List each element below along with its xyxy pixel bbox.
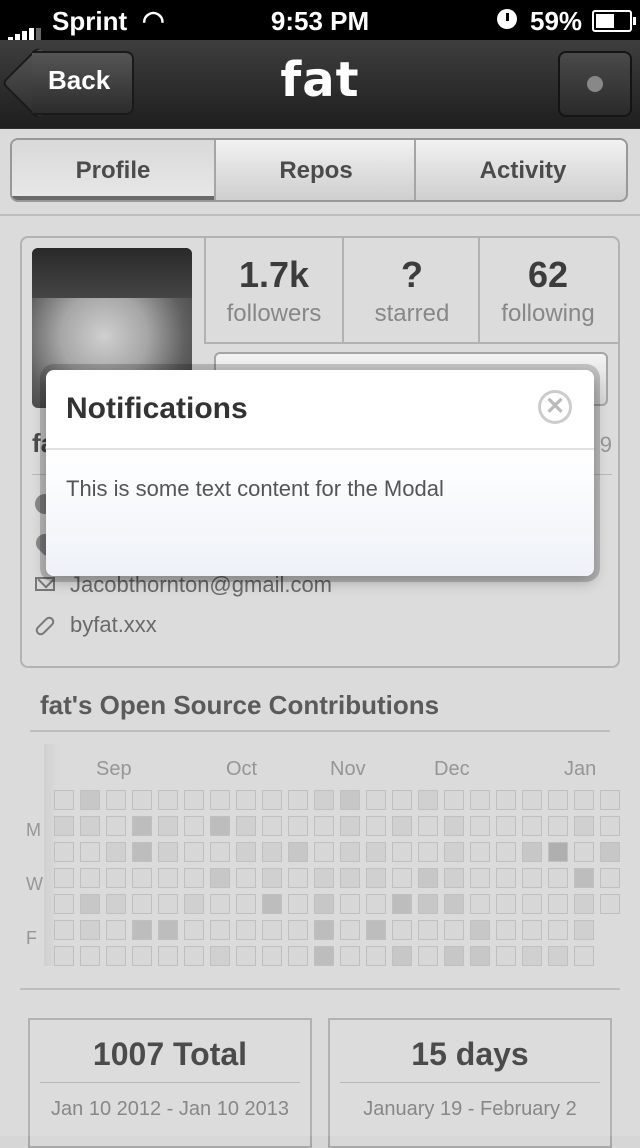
battery-percent: 59% — [530, 6, 583, 36]
modal-text: This is some text content for the Modal — [66, 476, 444, 501]
nav-action-button[interactable] — [558, 51, 632, 117]
notifications-modal: Notifications ✕ This is some text conten… — [46, 370, 594, 576]
clock-icon — [497, 9, 517, 29]
navigation-bar: Back fat — [0, 40, 640, 129]
modal-body: This is some text content for the Modal — [46, 450, 594, 576]
battery-icon — [592, 10, 636, 32]
status-bar: Sprint ◠ 9:53 PM 59% — [0, 0, 640, 43]
page-title: fat — [280, 52, 360, 108]
modal-title: Notifications — [66, 392, 248, 425]
close-circle-icon[interactable]: ✕ — [538, 390, 572, 424]
modal-header: Notifications ✕ — [46, 370, 594, 450]
dot-icon — [587, 76, 603, 92]
modal-backdrop[interactable] — [0, 128, 640, 1136]
